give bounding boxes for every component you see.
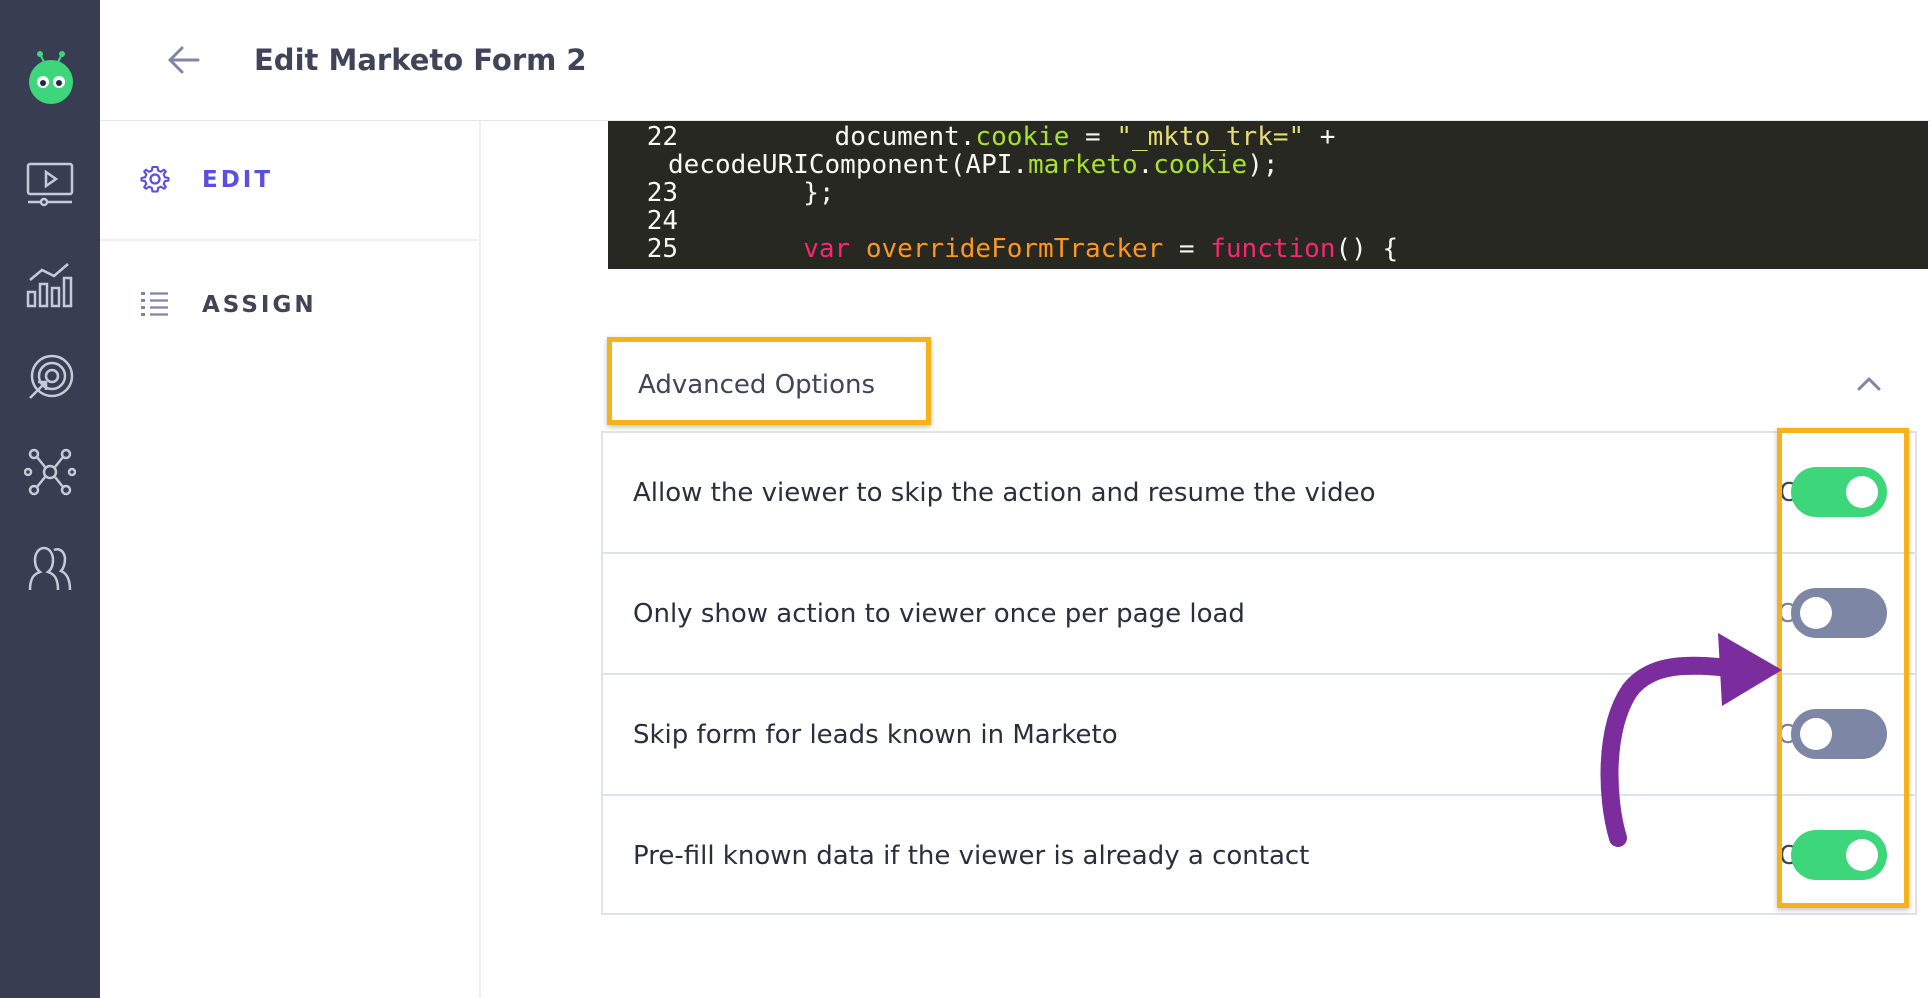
rail-users[interactable] [24,542,76,594]
option-row: Allow the viewer to skip the action and … [603,433,1915,554]
toggle-switch[interactable] [1791,709,1887,759]
line-number: 24 [646,206,678,236]
code-token: function [1210,234,1336,264]
option-row: Pre-fill known data if the viewer is alr… [603,796,1915,917]
code-token: . [1137,150,1154,180]
app-sidebar [0,0,100,998]
subnav-item-edit[interactable]: EDIT [100,121,480,241]
option-row: Only show action to viewer once per page… [603,554,1915,675]
robot-logo-icon [29,51,73,104]
option-label: Only show action to viewer once per page… [633,599,1245,629]
code-token: ); [1247,150,1279,180]
option-row: Skip form for leads known in Marketo Off [603,675,1915,796]
code-token: "_mkto_trk=" [1116,122,1305,152]
advanced-options-title: Advanced Options [638,370,876,400]
code-token: cookie [1153,150,1248,180]
advanced-options-toggle[interactable]: Advanced Options [607,337,931,425]
toggle-knob [1800,597,1832,629]
rail-targeting[interactable] [24,352,76,404]
video-player-icon [26,162,74,207]
subnav-label-edit: EDIT [202,167,274,193]
toggle-switch[interactable] [1791,830,1887,880]
code-token: marketo [1028,150,1138,180]
page-title: Edit Marketo Form 2 [254,43,587,77]
code-line: 22 document.cookie = "_mkto_trk=" + [608,123,1928,151]
code-token: () { [1335,234,1399,264]
chevron-up-icon [1857,377,1881,391]
app-logo[interactable] [25,46,77,104]
gear-icon [140,164,170,194]
line-number: 22 [646,122,678,152]
list-icon [140,289,170,319]
code-line: 25 var overrideFormTracker = function() … [608,235,1928,263]
page-header: Edit Marketo Form 2 [100,0,1930,121]
code-token: + [1304,122,1336,152]
collapse-button[interactable] [1854,369,1884,399]
advanced-options-list: Allow the viewer to skip the action and … [601,431,1917,915]
back-button[interactable] [164,40,204,80]
option-label: Pre-fill known data if the viewer is alr… [633,841,1310,871]
analytics-chart-icon [26,263,73,308]
code-token: }; [709,178,835,208]
toggle-switch[interactable] [1791,588,1887,638]
code-line: 24 [608,207,1928,235]
code-token: = [1069,122,1117,152]
option-label: Allow the viewer to skip the action and … [633,478,1376,508]
code-token: cookie [975,122,1070,152]
rail-analytics[interactable] [24,258,76,310]
toggle-switch[interactable] [1791,467,1887,517]
code-line: 23 }; [608,179,1928,207]
toggle-knob [1800,718,1832,750]
code-token: var [803,234,851,264]
code-editor[interactable]: 22 document.cookie = "_mkto_trk=" + decod… [608,121,1928,269]
option-label: Skip form for leads known in Marketo [633,720,1118,750]
code-token: decodeURIComponent(API. [668,150,1029,180]
code-token: document. [709,122,976,152]
line-number: 25 [646,234,678,264]
rail-integrations[interactable] [23,446,77,498]
toggle-knob [1846,839,1878,871]
network-icon [23,448,77,496]
code-line: decodeURIComponent(API.marketo.cookie); [608,151,1928,179]
code-token: overrideFormTracker [865,234,1164,264]
toggle-knob [1846,476,1878,508]
subnav-item-assign[interactable]: ASSIGN [100,242,480,352]
target-icon [29,354,74,399]
rail-videos[interactable] [24,158,76,210]
arrow-left-icon [168,46,200,74]
edit-subnav: EDIT ASSIGN [100,121,481,998]
users-icon [28,546,72,591]
subnav-label-assign: ASSIGN [202,292,317,318]
code-token: = [1163,234,1211,264]
line-number: 23 [646,178,678,208]
